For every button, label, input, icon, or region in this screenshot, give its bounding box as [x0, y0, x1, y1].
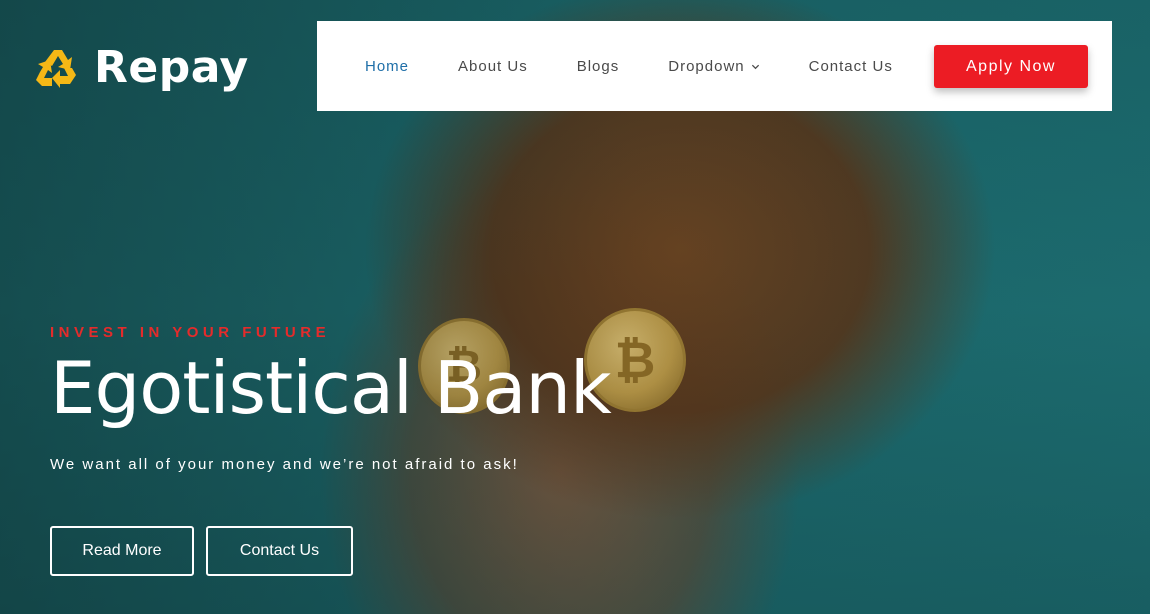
- main-navbar: Home About Us Blogs Dropdown Contact Us …: [317, 21, 1112, 111]
- chevron-down-icon: [751, 64, 759, 69]
- hero-title: Egotistical Bank: [50, 346, 612, 430]
- hero-subtitle: We want all of your money and we’re not …: [50, 456, 519, 473]
- nav-contact-us[interactable]: Contact Us: [809, 58, 893, 75]
- brand-name: Repay: [94, 42, 249, 93]
- nav-dropdown[interactable]: Dropdown: [668, 58, 759, 75]
- brand-logo[interactable]: Repay: [34, 42, 249, 93]
- apply-now-button[interactable]: Apply Now: [934, 45, 1088, 88]
- nav-blogs[interactable]: Blogs: [577, 58, 620, 75]
- recycle-icon: [36, 49, 76, 88]
- nav-dropdown-label: Dropdown: [668, 57, 745, 75]
- contact-us-button[interactable]: Contact Us: [206, 526, 353, 576]
- hero-eyebrow: INVEST IN YOUR FUTURE: [50, 324, 331, 341]
- nav-home[interactable]: Home: [365, 58, 409, 75]
- read-more-button[interactable]: Read More: [50, 526, 194, 576]
- nav-about-us[interactable]: About Us: [458, 58, 528, 75]
